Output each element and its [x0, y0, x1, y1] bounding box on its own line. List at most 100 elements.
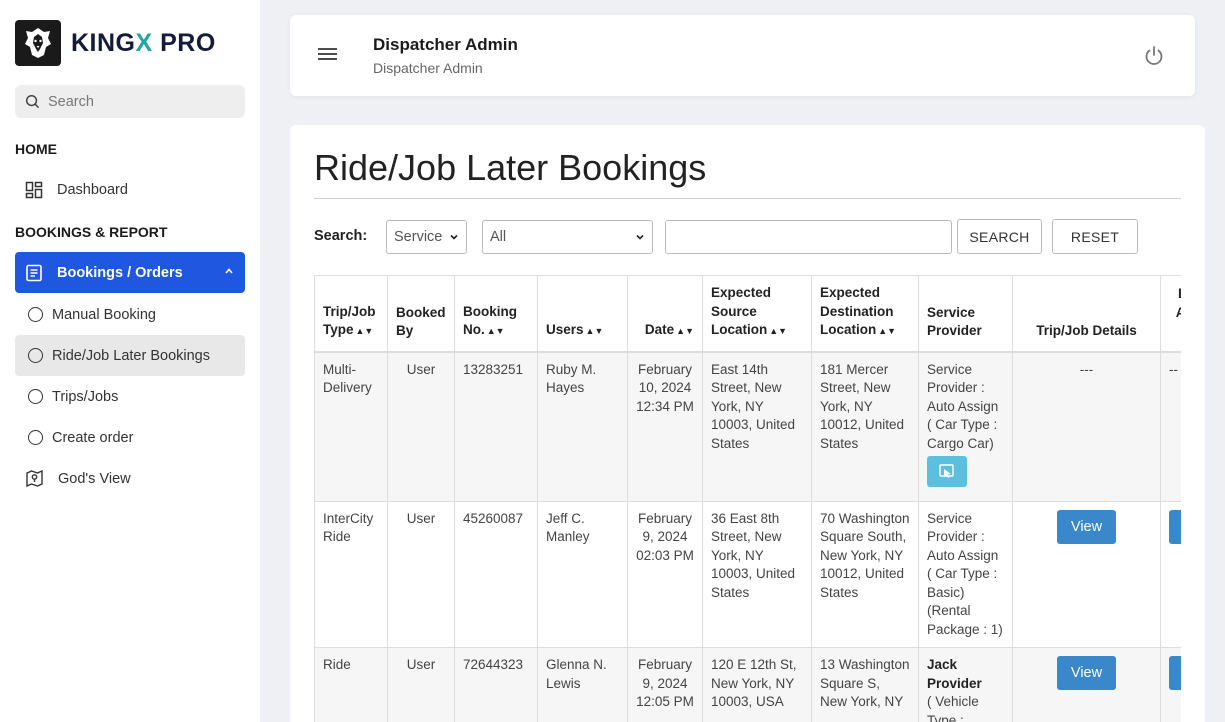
- th-booked-by: Booked By: [387, 275, 455, 353]
- search-label: Search:: [314, 228, 368, 244]
- sidebar-search-input[interactable]: Search: [15, 85, 245, 118]
- map-pin-icon: [26, 469, 43, 488]
- cell-booking-no: 72644323: [454, 647, 538, 722]
- table-row: Multi-Delivery User 13283251 Ruby M. Hay…: [314, 351, 1181, 502]
- th-booking-no[interactable]: Booking No. ▲▼: [454, 275, 538, 353]
- power-icon[interactable]: [1143, 45, 1165, 72]
- chevron-down-icon: [450, 234, 458, 240]
- table-header-row: Trip/Job Type ▲▼ Booked By Booking No. ▲▼ Use…: [314, 275, 1181, 353]
- sidebar-item-label: God's View: [58, 470, 131, 487]
- provider-text: Service Provider : Auto Assign ( Car Typ…: [927, 361, 999, 451]
- brand-name: KINGX PRO: [71, 28, 216, 57]
- sidebar-item-trips-jobs[interactable]: Trips/Jobs: [15, 376, 245, 417]
- cell-destination: 13 Washington Square S, New York, NY: [811, 647, 919, 722]
- sidebar-item-label: Create order: [52, 429, 134, 446]
- circle-icon: [28, 348, 43, 363]
- header-title: Dispatcher Admin: [373, 35, 518, 54]
- document-icon: [26, 264, 42, 281]
- cell-source: East 14th Street, New York, NY 10003, Un…: [702, 351, 812, 502]
- chevron-down-icon: [636, 234, 644, 240]
- sort-icon: ▲▼: [769, 326, 788, 336]
- cell-source: 36 East 8th Street, New York, NY 10003, …: [702, 500, 812, 648]
- sidebar-item-manual-booking[interactable]: Manual Booking: [15, 294, 245, 335]
- search-input[interactable]: [665, 220, 952, 254]
- sidebar-item-label: Bookings / Orders: [57, 264, 183, 281]
- cell-booking-no: 13283251: [454, 351, 538, 502]
- assign-provider-button[interactable]: [927, 456, 967, 487]
- search-button[interactable]: SEARCH: [957, 219, 1042, 254]
- th-source[interactable]: Expected Source Location ▲▼: [702, 275, 812, 353]
- sidebar-item-label: Dashboard: [57, 181, 128, 198]
- th-destination[interactable]: Expected Destination Location ▲▼: [811, 275, 919, 353]
- sort-icon: ▲▼: [676, 326, 694, 336]
- page-title: Ride/Job Later Bookings: [314, 147, 707, 188]
- top-header: Dispatcher Admin Dispatcher Admin: [290, 15, 1195, 96]
- sidebar-search-placeholder: Search: [48, 93, 94, 110]
- circle-icon: [28, 430, 43, 445]
- sidebar-item-gods-view[interactable]: God's View: [15, 458, 245, 499]
- sidebar-item-bookings-orders[interactable]: Bookings / Orders: [15, 252, 245, 293]
- action-button[interactable]: [1169, 509, 1181, 544]
- sort-icon: ▲▼: [585, 326, 604, 336]
- cursor-click-icon: [939, 464, 954, 478]
- sidebar-item-label: Manual Booking: [52, 306, 156, 323]
- sidebar-item-dashboard[interactable]: Dashboard: [15, 169, 245, 210]
- chevron-up-icon: [225, 268, 233, 274]
- cell-trip-details: ---: [1012, 351, 1161, 502]
- sidebar-item-label: Trips/Jobs: [52, 388, 119, 405]
- cell-user: Jeff C. Manley: [537, 500, 628, 648]
- th-trip-type[interactable]: Trip/Job Type ▲▼: [314, 275, 388, 353]
- cell-trip-details: View: [1012, 500, 1161, 648]
- th-trip-details: Trip/Job Details: [1012, 275, 1161, 353]
- header-subtitle: Dispatcher Admin: [373, 60, 483, 76]
- filter-select[interactable]: All: [482, 220, 653, 254]
- service-select[interactable]: Service: [386, 220, 467, 254]
- brand[interactable]: KINGX PRO: [15, 20, 216, 66]
- th-users[interactable]: Users ▲▼: [537, 275, 628, 353]
- section-bookings-report: BOOKINGS & REPORT: [15, 224, 168, 240]
- service-select-value: Service: [394, 229, 443, 245]
- view-button[interactable]: View: [1057, 509, 1116, 544]
- filter-select-value: All: [490, 229, 507, 245]
- bookings-table: Trip/Job Type ▲▼ Booked By Booking No. ▲▼ Use…: [314, 275, 1181, 722]
- cell-user: Ruby M. Hayes: [537, 351, 628, 502]
- cell-type: InterCity Ride: [314, 500, 388, 648]
- circle-icon: [28, 389, 43, 404]
- cell-date: February 9, 2024 12:05 PM: [627, 647, 703, 722]
- sidebar-item-ride-job-later-bookings[interactable]: Ride/Job Later Bookings: [15, 335, 245, 376]
- view-button[interactable]: View: [1057, 656, 1116, 690]
- cell-date: February 10, 2024 12:34 PM: [627, 351, 703, 502]
- cell-destination: 70 Washington Square South, New York, NY…: [811, 500, 919, 648]
- provider-name: Jack Provider: [927, 657, 982, 691]
- cell-extra: [1160, 500, 1181, 648]
- hamburger-menu-icon[interactable]: [318, 47, 337, 66]
- circle-icon: [28, 307, 43, 322]
- cell-trip-details: View: [1012, 647, 1161, 722]
- cell-provider: Service Provider : Auto Assign ( Car Typ…: [918, 351, 1013, 502]
- cell-booked-by: User: [387, 647, 455, 722]
- cell-source: 120 E 12th St, New York, NY 10003, USA: [702, 647, 812, 722]
- cell-type: Multi-Delivery: [314, 351, 388, 502]
- cell-booking-no: 45260087: [454, 500, 538, 648]
- action-button[interactable]: [1169, 656, 1181, 690]
- cell-provider: Jack Provider ( Vehicle Type :: [918, 647, 1013, 722]
- cell-user: Glenna N. Lewis: [537, 647, 628, 722]
- sidebar-item-create-order[interactable]: Create order: [15, 417, 245, 458]
- sidebar-item-label: Ride/Job Later Bookings: [52, 347, 210, 364]
- section-home: HOME: [15, 141, 57, 157]
- reset-button[interactable]: RESET: [1052, 219, 1138, 254]
- cell-type: Ride: [314, 647, 388, 722]
- main-content: Ride/Job Later Bookings Search: Service …: [290, 125, 1205, 722]
- sort-icon: ▲▼: [878, 326, 897, 336]
- th-date[interactable]: Date ▲▼: [627, 275, 703, 353]
- table-row: Ride User 72644323 Glenna N. Lewis Febru…: [314, 647, 1181, 722]
- cell-booked-by: User: [387, 351, 455, 502]
- cell-destination: 181 Mercer Street, New York, NY 10012, U…: [811, 351, 919, 502]
- sort-icon: ▲▼: [355, 326, 374, 336]
- provider-text: ( Vehicle Type :: [927, 694, 979, 722]
- cell-extra: --: [1160, 351, 1181, 502]
- th-service-provider: Service Provider: [918, 275, 1013, 353]
- sort-icon: ▲▼: [486, 326, 505, 336]
- cell-extra: [1160, 647, 1181, 722]
- divider: [314, 198, 1181, 199]
